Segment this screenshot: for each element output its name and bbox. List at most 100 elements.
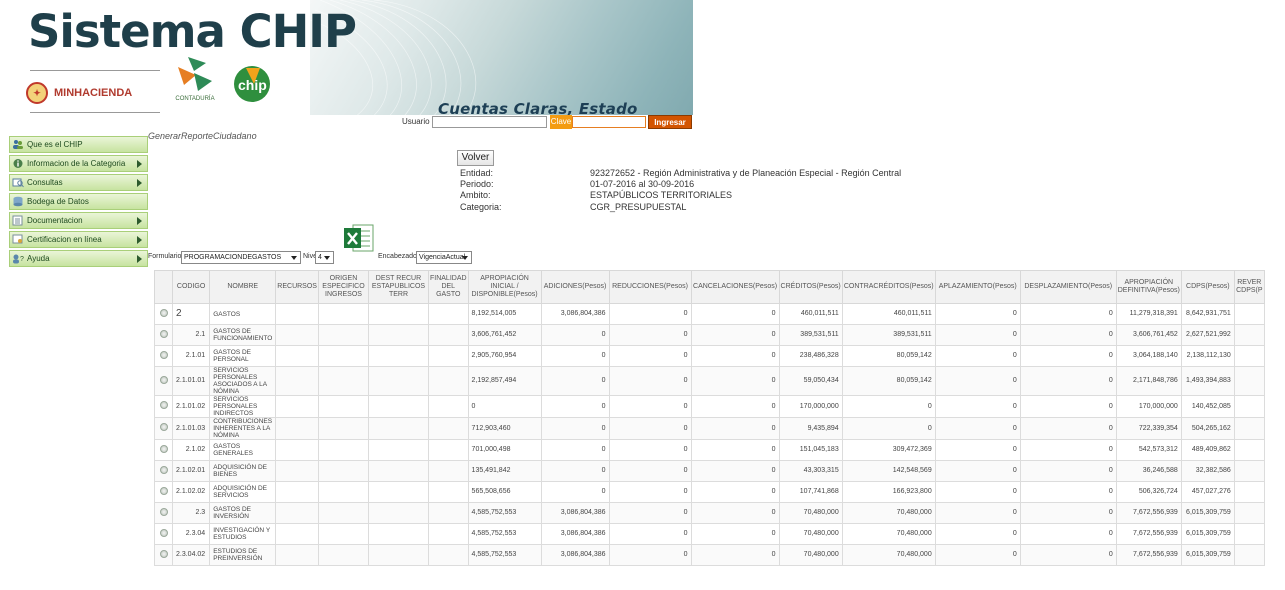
sidebar-item-documentacion[interactable]: Documentacion: [9, 212, 148, 229]
column-header[interactable]: [154, 270, 173, 304]
expand-icon[interactable]: [159, 507, 168, 516]
expand-icon[interactable]: [159, 308, 168, 317]
table-row[interactable]: 2.3.04 INVESTIGACIÓN Y ESTUDIOS 4,585,752,…: [154, 523, 1265, 545]
column-header[interactable]: FINALIDAD DEL GASTO: [427, 270, 469, 304]
nombre-cell: ADQUISICIÓN DE SERVICIOS: [209, 481, 277, 503]
destino-cell: [367, 395, 429, 418]
expand-cell[interactable]: [154, 523, 173, 545]
info-icon: [12, 158, 24, 169]
expand-cell[interactable]: [154, 395, 173, 418]
user-label: Usuario: [402, 117, 430, 126]
column-header[interactable]: NOMBRE: [209, 270, 277, 304]
desplazamiento-cell: 0: [1019, 345, 1117, 367]
column-header[interactable]: CODIGO: [171, 270, 211, 304]
expand-icon[interactable]: [159, 329, 168, 338]
expand-icon[interactable]: [159, 465, 168, 474]
column-header[interactable]: CRÉDITOS(Pesos): [778, 270, 843, 304]
column-header[interactable]: RECURSOS: [275, 270, 319, 304]
info-key: Entidad:: [460, 168, 494, 178]
sidebar-item-bodega-de-datos[interactable]: Bodega de Datos: [9, 193, 148, 210]
expand-cell[interactable]: [154, 439, 173, 461]
expand-cell[interactable]: [154, 303, 173, 325]
info-row: Ambito: ESTAPÚBLICOS TERRITORIALES: [460, 190, 901, 201]
expand-cell[interactable]: [154, 345, 173, 367]
apropiacion-cell: 4,585,752,553: [467, 544, 542, 566]
expand-cell[interactable]: [154, 324, 173, 346]
expand-icon[interactable]: [159, 375, 168, 384]
chevron-right-icon: [137, 160, 142, 168]
sidebar-item-ayuda[interactable]: ? Ayuda: [9, 250, 148, 267]
expand-icon[interactable]: [159, 549, 168, 558]
username-field[interactable]: [432, 116, 547, 128]
table-row[interactable]: 2.1.01 GASTOS DE PERSONAL 2,905,760,954 0 0 0…: [154, 345, 1265, 367]
formulario-select[interactable]: PROGRAMACIONDEGASTOS: [181, 251, 301, 264]
definitiva-cell: 7,672,556,939: [1115, 544, 1182, 566]
back-button[interactable]: Volver: [457, 150, 494, 166]
expand-cell[interactable]: [154, 481, 173, 503]
recursos-cell: [275, 544, 319, 566]
expand-icon[interactable]: [159, 528, 168, 537]
sidebar: Que es el CHIP Informacion de la Categori…: [9, 136, 148, 269]
formulario-label: Formulario: [148, 253, 182, 260]
sidebar-item-que-es-el-chip[interactable]: Que es el CHIP: [9, 136, 148, 153]
aplazamiento-cell: 0: [934, 395, 1021, 418]
report-table-container[interactable]: CODIGO NOMBRE RECURSOS ORIGEN ESPECIFICO IN…: [154, 270, 1285, 590]
expand-cell[interactable]: [154, 460, 173, 482]
table-row[interactable]: 2.1.02.02 ADQUISICIÓN DE SERVICIOS 565,508…: [154, 481, 1265, 503]
info-value: CGR_PRESUPUESTAL: [590, 201, 687, 212]
table-row[interactable]: 2.1.02 GASTOS GENERALES 701,000,498 0 0 0 151,…: [154, 439, 1265, 461]
chevron-down-icon: [324, 256, 330, 260]
expand-icon[interactable]: [159, 401, 168, 409]
expand-icon[interactable]: [159, 444, 168, 453]
recursos-cell: [275, 345, 319, 367]
origen-cell: [317, 324, 369, 346]
column-header[interactable]: REVER CDPS(P: [1233, 270, 1265, 304]
nombre-cell: ADQUISICIÓN DE BIENES: [209, 460, 277, 482]
table-row[interactable]: 2.1.01.03 CONTRIBUCIONES INHERENTES A LA …: [154, 417, 1265, 440]
column-header[interactable]: REDUCCIONES(Pesos): [608, 270, 692, 304]
column-header[interactable]: CANCELACIONES(Pesos): [690, 270, 780, 304]
table-row[interactable]: 2.3 GASTOS DE INVERSIÓN 4,585,752,553 3,086…: [154, 502, 1265, 524]
column-header[interactable]: ADICIONES(Pesos): [540, 270, 610, 304]
table-row[interactable]: 2.1.01.02 SERVICIOS PERSONALES INDIRECTOS…: [154, 395, 1265, 418]
table-row[interactable]: 2.1.01.01 SERVICIOS PERSONALES ASOCIADOS …: [154, 366, 1265, 396]
expand-cell[interactable]: [154, 544, 173, 566]
definitiva-cell: 7,672,556,939: [1115, 502, 1182, 524]
creditos-cell: 70,480,000: [778, 544, 843, 566]
expand-icon[interactable]: [159, 486, 168, 495]
origen-cell: [317, 417, 369, 440]
column-header[interactable]: CONTRACRÉDITOS(Pesos): [841, 270, 936, 304]
column-header[interactable]: APROPIACIÓN DEFINITIVA(Pesos): [1115, 270, 1182, 304]
excel-export-icon[interactable]: [343, 222, 375, 254]
expand-icon[interactable]: [159, 350, 168, 359]
column-header[interactable]: APLAZAMIENTO(Pesos): [934, 270, 1021, 304]
sidebar-item-consultas[interactable]: Consultas: [9, 174, 148, 191]
password-field[interactable]: [572, 116, 646, 128]
sidebar-item-informacion-de-la-categoria[interactable]: Informacion de la Categoria: [9, 155, 148, 172]
column-header[interactable]: DESPLAZAMIENTO(Pesos): [1019, 270, 1117, 304]
chevron-down-icon: [462, 256, 468, 260]
nivel-select[interactable]: 4: [315, 251, 334, 264]
destino-cell: [367, 460, 429, 482]
table-row[interactable]: 2 GASTOS 8,192,514,005 3,086,804,386 0 0 460,0…: [154, 303, 1265, 325]
definitiva-cell: 3,606,761,452: [1115, 324, 1182, 346]
table-row[interactable]: 2.1 GASTOS DE FUNCIONAMIENTO 3,606,761,452…: [154, 324, 1265, 346]
column-header[interactable]: CDPS(Pesos): [1180, 270, 1235, 304]
sidebar-item-certificacion-en-linea[interactable]: Certificacion en línea: [9, 231, 148, 248]
column-header[interactable]: ORIGEN ESPECIFICO INGRESOS: [317, 270, 369, 304]
table-row[interactable]: 2.1.02.01 ADQUISICIÓN DE BIENES 135,491,84…: [154, 460, 1265, 482]
table-row[interactable]: 2.3.04.02 ESTUDIOS DE PREINVERSIÓN 4,585,7…: [154, 544, 1265, 566]
column-header[interactable]: DEST RECUR ESTAPUBLICOS TERR: [367, 270, 429, 304]
expand-icon[interactable]: [159, 423, 168, 431]
document-icon: [12, 215, 24, 226]
help-icon: ?: [12, 253, 24, 264]
expand-cell[interactable]: [154, 366, 173, 396]
login-button[interactable]: Ingresar: [648, 115, 692, 129]
cancelaciones-cell: 0: [690, 544, 780, 566]
expand-cell[interactable]: [154, 417, 173, 440]
desplazamiento-cell: 0: [1019, 502, 1117, 524]
column-header[interactable]: APROPIACIÓN INICIAL / DISPONIBLE(Pesos): [467, 270, 542, 304]
finalidad-cell: [427, 439, 469, 461]
expand-cell[interactable]: [154, 502, 173, 524]
encabezado-select[interactable]: VigenciaActual: [416, 251, 472, 264]
